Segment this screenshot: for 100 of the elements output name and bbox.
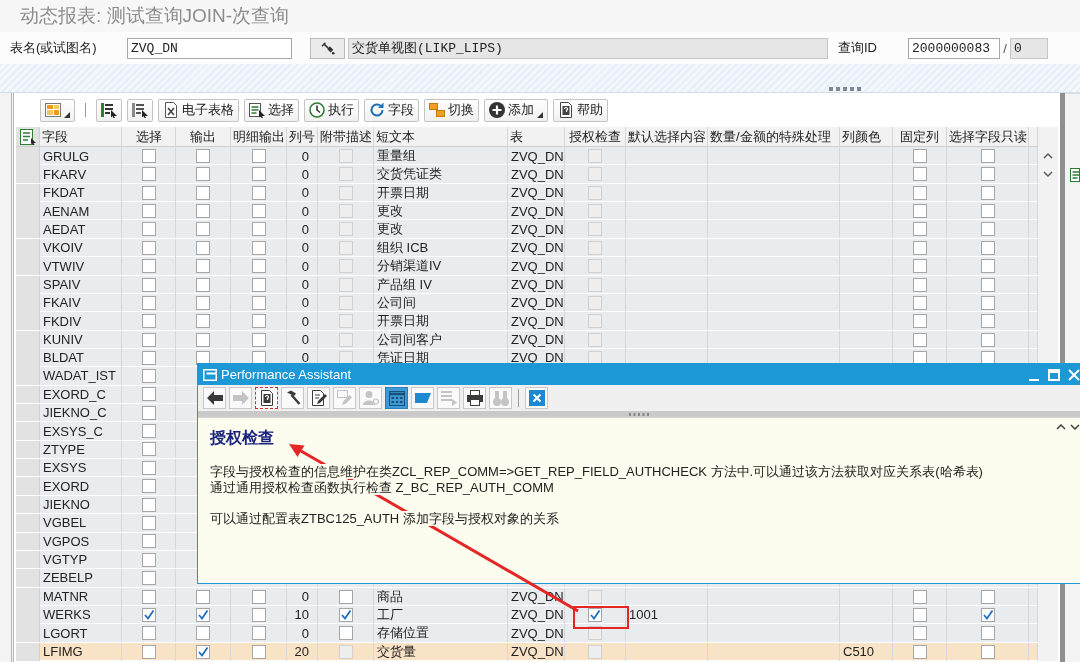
checkbox[interactable] xyxy=(196,204,210,219)
toolbar-button[interactable]: 执行 xyxy=(304,98,359,122)
checkbox[interactable] xyxy=(141,369,156,383)
chevron-up-icon[interactable] xyxy=(1043,153,1053,159)
checkbox[interactable] xyxy=(196,644,210,659)
checkbox[interactable] xyxy=(912,277,927,292)
column-header[interactable]: 默认选择内容 xyxy=(626,127,708,146)
checkbox[interactable] xyxy=(912,185,927,200)
checkbox[interactable] xyxy=(251,626,266,641)
checkbox[interactable] xyxy=(251,608,266,622)
checkbox[interactable] xyxy=(588,608,602,622)
checkbox[interactable] xyxy=(196,589,210,604)
checkbox[interactable] xyxy=(338,608,353,622)
column-header[interactable]: 数量/金额的特殊处理 xyxy=(708,127,840,146)
close-icon[interactable] xyxy=(1068,368,1080,381)
checkbox[interactable] xyxy=(912,222,927,237)
list-icon[interactable] xyxy=(19,128,36,145)
checkbox[interactable] xyxy=(196,149,210,163)
column-header[interactable]: 附带描述 xyxy=(318,127,374,146)
checkbox[interactable] xyxy=(251,277,266,292)
column-header[interactable]: 列号 xyxy=(287,127,318,146)
checkbox[interactable] xyxy=(980,149,995,163)
table-row[interactable]: FKARV 0 交货凭证类 ZVQ_DN xyxy=(16,165,1038,184)
toolbar-button[interactable]: 选择 xyxy=(244,98,299,122)
checkbox[interactable] xyxy=(141,608,156,622)
checkbox[interactable] xyxy=(980,222,995,237)
chevron-down-icon[interactable] xyxy=(1070,424,1080,430)
row-selector[interactable] xyxy=(16,404,40,422)
splitter-handle[interactable] xyxy=(828,87,862,91)
table-row[interactable]: LGORT 0 存储位置 ZVQ_DN xyxy=(16,624,1038,643)
checkbox[interactable] xyxy=(251,332,266,347)
checkbox[interactable] xyxy=(980,626,995,641)
checkbox[interactable] xyxy=(912,626,927,641)
row-selector[interactable] xyxy=(16,165,40,184)
query-id-input[interactable]: 2000000083 xyxy=(908,37,1000,59)
checkbox[interactable] xyxy=(912,608,927,622)
checkbox[interactable] xyxy=(980,608,995,622)
checkbox[interactable] xyxy=(141,259,156,274)
row-selector[interactable] xyxy=(16,220,40,239)
checkbox[interactable] xyxy=(141,626,156,641)
column-header[interactable]: 字段 xyxy=(40,127,122,146)
toolbar-button[interactable] xyxy=(307,387,330,409)
checkbox[interactable] xyxy=(196,314,210,329)
toolbar-button[interactable]: 电子表格 xyxy=(158,98,239,122)
checkbox[interactable] xyxy=(980,185,995,200)
checkbox[interactable] xyxy=(141,534,156,549)
toolbar-button[interactable] xyxy=(203,387,226,409)
checkbox[interactable] xyxy=(912,167,927,182)
checkbox[interactable] xyxy=(141,405,156,420)
checkbox[interactable] xyxy=(141,460,156,475)
checkbox[interactable] xyxy=(141,350,156,365)
checkbox[interactable] xyxy=(196,608,210,622)
column-header[interactable]: 输出 xyxy=(176,127,231,146)
checkbox[interactable] xyxy=(251,204,266,219)
checkbox[interactable] xyxy=(141,644,156,659)
checkbox[interactable] xyxy=(196,626,210,641)
checkbox[interactable] xyxy=(141,167,156,182)
checkbox[interactable] xyxy=(196,185,210,200)
checkbox[interactable] xyxy=(980,204,995,219)
table-row[interactable]: AEDAT 0 更改 ZVQ_DN xyxy=(16,220,1038,239)
checkbox[interactable] xyxy=(141,552,156,567)
column-header[interactable]: 选择字段只读 xyxy=(947,127,1029,146)
maximize-icon[interactable] xyxy=(1048,368,1060,381)
checkbox[interactable] xyxy=(141,479,156,494)
checkbox[interactable] xyxy=(980,332,995,347)
checkbox[interactable] xyxy=(141,387,156,402)
table-name-input[interactable]: ZVQ_DN xyxy=(127,37,292,59)
column-header[interactable]: 选择 xyxy=(122,127,176,146)
row-selector[interactable] xyxy=(16,459,40,477)
toolbar-button[interactable] xyxy=(255,387,278,409)
column-header[interactable]: 短文本 xyxy=(374,127,508,146)
checkbox[interactable] xyxy=(338,589,353,604)
checkbox[interactable] xyxy=(912,295,927,310)
checkbox[interactable] xyxy=(912,589,927,604)
toolbar-button[interactable]: 帮助 xyxy=(553,98,608,122)
checkbox[interactable] xyxy=(912,240,927,255)
toolbar-button[interactable] xyxy=(281,387,304,409)
checkbox[interactable] xyxy=(980,277,995,292)
checkbox[interactable] xyxy=(338,626,353,641)
checkbox[interactable] xyxy=(251,167,266,182)
table-row[interactable]: GRULG 0 重量组 ZVQ_DN xyxy=(16,147,1038,166)
checkbox[interactable] xyxy=(251,222,266,237)
checkbox[interactable] xyxy=(196,295,210,310)
checkbox[interactable] xyxy=(141,295,156,310)
checkbox[interactable] xyxy=(912,644,927,659)
checkbox[interactable] xyxy=(251,314,266,329)
checkbox[interactable] xyxy=(141,424,156,439)
row-selector[interactable] xyxy=(16,257,40,276)
checkbox[interactable] xyxy=(980,259,995,274)
checkbox[interactable] xyxy=(912,314,927,329)
toolbar-button[interactable]: 字段 xyxy=(364,98,419,122)
checkbox[interactable] xyxy=(141,497,156,512)
checkbox[interactable] xyxy=(141,204,156,219)
checkbox[interactable] xyxy=(196,259,210,274)
table-row[interactable]: FKDIV 0 开票日期 ZVQ_DN xyxy=(16,312,1038,331)
icon-button[interactable] xyxy=(96,98,122,122)
checkbox[interactable] xyxy=(196,240,210,255)
checkbox[interactable] xyxy=(251,644,266,659)
toolbar-button[interactable]: 切换 xyxy=(424,98,479,122)
checkbox[interactable] xyxy=(912,149,927,163)
